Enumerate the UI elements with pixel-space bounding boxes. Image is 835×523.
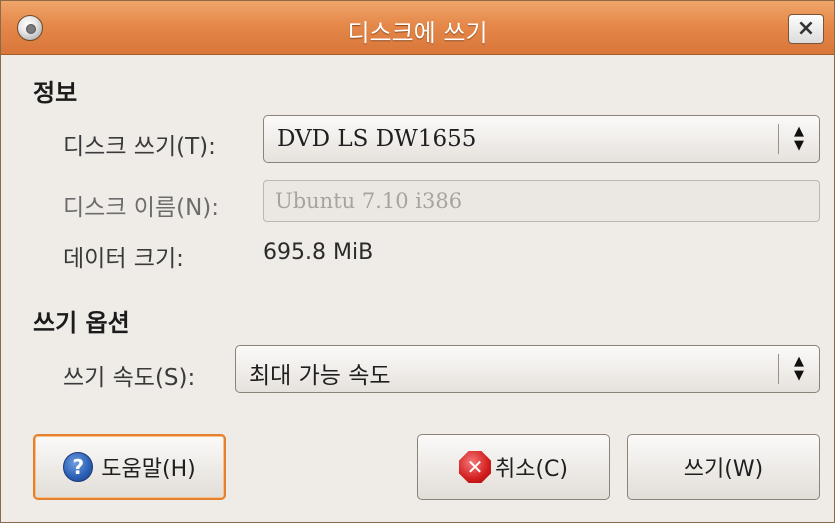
write-disc-label: 디스크 쓰기(T): bbox=[63, 134, 216, 160]
disc-name-value: Ubuntu 7.10 i386 bbox=[275, 189, 463, 213]
combo-separator bbox=[778, 124, 779, 154]
burn-disc-dialog: 디스크에 쓰기 × 정보 디스크 쓰기(T): DVD LS DW1655 ▲ ▼… bbox=[0, 0, 835, 523]
cancel-icon: ✕ bbox=[458, 451, 491, 483]
cancel-button-label: 취소(C) bbox=[494, 457, 568, 482]
close-icon: × bbox=[796, 16, 816, 41]
window-title: 디스크에 쓰기 bbox=[347, 19, 488, 47]
data-size-value: 695.8 MiB bbox=[263, 240, 374, 265]
disc-name-label: 디스크 이름(N): bbox=[63, 195, 220, 221]
write-button[interactable]: 쓰기(W) bbox=[627, 434, 820, 500]
write-button-label: 쓰기(W) bbox=[683, 457, 764, 482]
help-button-label: 도움말(H) bbox=[101, 457, 196, 482]
title-bar[interactable]: 디스크에 쓰기 × bbox=[1, 1, 834, 55]
help-icon: ? bbox=[63, 452, 94, 482]
data-size-label: 데이터 크기: bbox=[63, 246, 184, 272]
combo-separator bbox=[778, 354, 779, 384]
help-button[interactable]: ? 도움말(H) bbox=[33, 434, 226, 500]
write-disc-value: DVD LS DW1655 bbox=[277, 126, 477, 152]
write-speed-label: 쓰기 속도(S): bbox=[63, 365, 196, 391]
close-button[interactable]: × bbox=[788, 14, 824, 44]
write-speed-combo[interactable]: 최대 가능 속도 ▲ ▼ bbox=[235, 345, 820, 393]
write-disc-combo[interactable]: DVD LS DW1655 ▲ ▼ bbox=[263, 115, 820, 163]
disc-name-field: Ubuntu 7.10 i386 bbox=[263, 180, 820, 222]
up-down-arrows-icon: ▲ ▼ bbox=[794, 354, 804, 383]
write-options-section-title: 쓰기 옵션 bbox=[33, 309, 130, 337]
cancel-button[interactable]: ✕ 취소(C) bbox=[417, 434, 610, 500]
write-speed-value: 최대 가능 속도 bbox=[249, 363, 391, 389]
up-down-arrows-icon: ▲ ▼ bbox=[794, 124, 804, 153]
info-section-title: 정보 bbox=[33, 79, 78, 107]
